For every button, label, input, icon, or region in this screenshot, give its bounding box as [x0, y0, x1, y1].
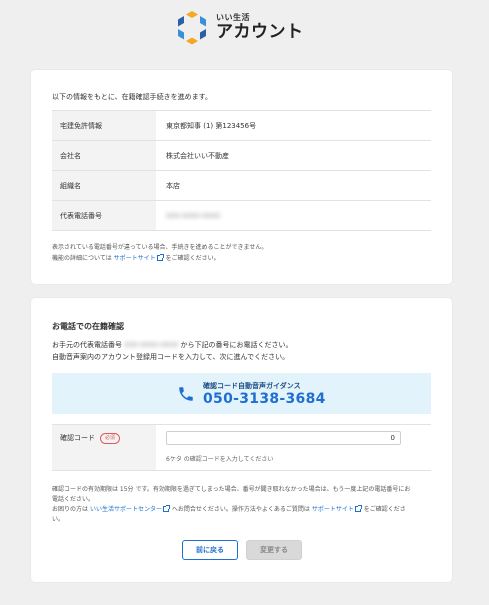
phone-note-3: お困りの方は いい生活サポートセンター へお問合せください。操作方法やよくあるご…	[52, 504, 406, 513]
phone-verification-card: お電話での在籍確認 お手元の代表電話番号 000-0000-0000 から下記の…	[31, 298, 452, 582]
support-site-link[interactable]: サポートサイト	[114, 254, 164, 262]
note-text: をご確認ください。	[165, 255, 220, 262]
info-label: 代表電話番号	[52, 201, 156, 230]
info-value: 東京都知事 (1) 第123456号	[166, 121, 257, 130]
external-link-icon	[156, 254, 164, 261]
info-table: 宅建免許情報 東京都知事 (1) 第123456号 会社名 株式会社いい不動産 …	[52, 110, 431, 231]
code-input-cell: 6ケタ の確認コードを入力してください	[156, 425, 431, 470]
code-row: 確認コード 必須 6ケタ の確認コードを入力してください	[52, 424, 431, 471]
section-title: お電話での在籍確認	[52, 322, 124, 331]
back-button[interactable]: 前に戻る	[182, 540, 238, 560]
blurred-phone-number: 000-0000-0000	[124, 341, 179, 349]
info-value-blurred: 000-0000-0000	[156, 201, 431, 230]
info-value: 株式会社いい不動産	[166, 151, 229, 160]
code-hint: 6ケタ の確認コードを入力してください	[166, 456, 274, 463]
support-site-link[interactable]: サポートサイト	[312, 505, 362, 513]
phone-icon	[179, 387, 193, 401]
phone-note-1: 確認コードの有効期限は 15分 です。有効期限を過ぎてしまった場合、番号が聞き取…	[52, 486, 411, 493]
instruction-line-1: お手元の代表電話番号 000-0000-0000 から下記の番号にお電話ください…	[52, 340, 293, 350]
info-row-company: 会社名 株式会社いい不動産	[52, 141, 431, 171]
note-text: 機能の詳細については	[52, 255, 112, 262]
phone-note-2: 電話ください。	[52, 496, 95, 503]
note-text: お困りの方は	[52, 506, 89, 513]
info-row-license: 宅建免許情報 東京都知事 (1) 第123456号	[52, 111, 431, 141]
support-center-link[interactable]: いい生活サポートセンター	[90, 505, 170, 513]
support-site-link-label[interactable]: サポートサイト	[114, 255, 156, 262]
info-label: 組織名	[52, 171, 156, 200]
info-value: 本店	[166, 181, 180, 190]
support-site-link-label[interactable]: サポートサイト	[312, 506, 354, 513]
info-note-2: 機能の詳細については サポートサイト をご確認ください。	[52, 253, 220, 262]
logo: いい生活 アカウント	[174, 9, 304, 45]
logo-mark-icon	[178, 11, 206, 45]
info-card: 以下の情報をもとに、在籍確認手続きを進めます。 宅建免許情報 東京都知事 (1)…	[31, 70, 452, 284]
guidance-box: 確認コード自動音声ガイダンス 050-3138-3684	[52, 373, 431, 414]
support-center-link-label[interactable]: いい生活サポートセンター	[90, 506, 162, 513]
verification-code-input[interactable]	[166, 431, 401, 445]
info-row-organization: 組織名 本店	[52, 171, 431, 201]
guidance-phone-number[interactable]: 050-3138-3684	[203, 391, 326, 407]
info-note-1: 表示されている電話番号が違っている場合、手続きを進めることができません。	[52, 244, 268, 251]
external-link-icon	[162, 505, 170, 512]
phone-note-4: い。	[52, 516, 65, 523]
info-intro: 以下の情報をもとに、在籍確認手続きを進めます。	[52, 93, 212, 101]
instruction-text: から下記の番号にお電話ください。	[180, 341, 293, 349]
blurred-phone-number: 000-0000-0000	[166, 211, 221, 220]
guidance-label: 確認コード自動音声ガイダンス	[203, 382, 301, 390]
required-badge: 必須	[100, 433, 121, 444]
code-label: 確認コード	[60, 434, 95, 442]
info-label: 会社名	[52, 141, 156, 170]
code-label-cell: 確認コード 必須	[52, 425, 156, 470]
note-text: をご確認くださ	[363, 506, 406, 513]
external-link-icon	[354, 505, 362, 512]
instruction-line-2: 自動音声案内のアカウント登録用コードを入力して、次に進んでください。	[52, 353, 290, 361]
instruction-text: お手元の代表電話番号	[52, 341, 122, 349]
info-row-phone: 代表電話番号 000-0000-0000	[52, 201, 431, 231]
logo-title: アカウント	[216, 22, 304, 42]
info-label: 宅建免許情報	[52, 111, 156, 140]
note-text: へお問合せください。操作方法やよくあるご質問は	[171, 506, 310, 513]
change-button[interactable]: 変更する	[246, 540, 302, 560]
